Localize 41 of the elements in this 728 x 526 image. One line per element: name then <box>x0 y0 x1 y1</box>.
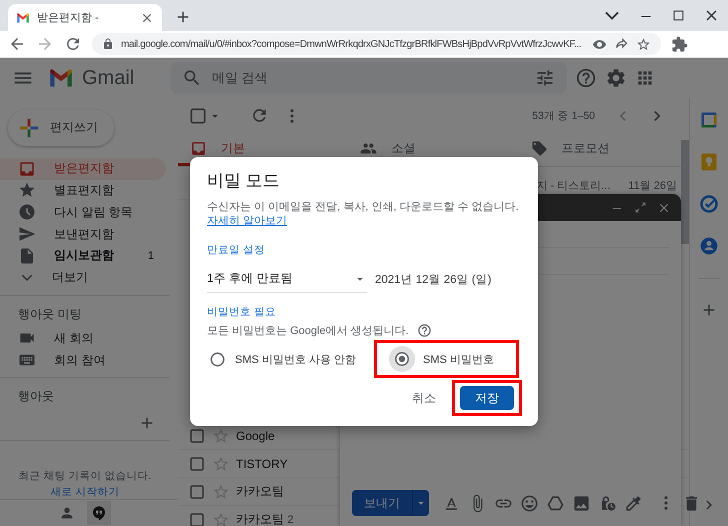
sender-name: 카카오팀 <box>236 483 285 500</box>
tab-title: 받은편지함 - <box>37 11 100 25</box>
dialog-title: 비밀 모드 <box>207 170 281 192</box>
nav-item[interactable]: 받은편지함 <box>0 158 166 180</box>
logo-text: Gmail <box>82 66 136 90</box>
address-bar[interactable]: mail.google.com/mail/u/0/#inbox?compose=DmwnWrRrkqdrxGNJcTfzgrBRfklFWBsHjBpdVvRpVvtWfrzJcwvKF... <box>92 33 661 55</box>
search-field[interactable]: 메일 검색 <box>170 62 567 94</box>
page-range: 53개 중 1–50 <box>532 108 595 122</box>
empty-chat-text: 최근 채팅 기록이 없습니다. <box>18 469 152 484</box>
nav-item[interactable]: 더보기 <box>0 266 166 289</box>
url-text: mail.google.com/mail/u/0/#inbox?compose=DmwnWrRrkqdrxGNJcTfzgrBRfklFWBsHjBpdVvRpVvtWfrzJcwvKF... <box>121 38 582 50</box>
nav-item[interactable]: 임시보관함 1 <box>0 244 166 267</box>
search-placeholder: 메일 검색 <box>212 69 269 87</box>
expiry-dropdown[interactable]: 1주 후에 만료됨 <box>207 265 367 293</box>
section-heading: 행아웃 미팅 <box>17 306 82 323</box>
nav-item[interactable]: 회의 참여 <box>0 349 166 372</box>
radio-label: SMS 비밀번호 사용 안함 <box>235 352 356 366</box>
nav-item[interactable]: 다시 알림 항목 <box>0 201 166 224</box>
section-heading: 비밀번호 필요 <box>207 305 277 319</box>
email-subject: 지 - 티스토리... <box>536 179 610 193</box>
category-tab[interactable]: 소셜 <box>348 133 519 166</box>
save-button[interactable]: 저장 <box>460 386 514 410</box>
compose-button[interactable]: 편지쓰기 <box>8 110 114 146</box>
password-note: 모든 비밀번호는 Google에서 생성됩니다. <box>207 324 409 338</box>
sender-name: 카카오팀 2 <box>236 511 294 526</box>
dialog-description: 수신자는 이 이메일을 전달, 복사, 인쇄, 다운로드할 수 없습니다. 자세히 알아보기 <box>207 200 520 228</box>
cancel-button[interactable]: 취소 <box>408 386 440 410</box>
section-heading: 행아웃 <box>17 388 55 406</box>
radio-label: SMS 비밀번호 <box>423 352 494 366</box>
sender-name: Google <box>236 428 276 442</box>
learn-more-link[interactable]: 자세히 알아보기 <box>207 215 288 227</box>
browser-tab[interactable]: 받은편지함 - <box>8 4 162 31</box>
section-heading: 만료일 설정 <box>207 243 266 257</box>
nav-item[interactable]: 별표편지함 <box>0 180 166 202</box>
start-chat-link[interactable]: 새로 시작하기 <box>50 485 120 500</box>
nav-item[interactable]: 보낸편지함 <box>0 223 166 245</box>
sender-name: TISTORY <box>236 456 289 470</box>
expiry-date: 2021년 12월 26일 (일) <box>375 272 492 286</box>
nav-item[interactable]: 새 회의 <box>0 328 166 350</box>
send-button[interactable]: 보내기 <box>352 490 413 516</box>
email-date: 11월 26일 <box>628 179 677 193</box>
